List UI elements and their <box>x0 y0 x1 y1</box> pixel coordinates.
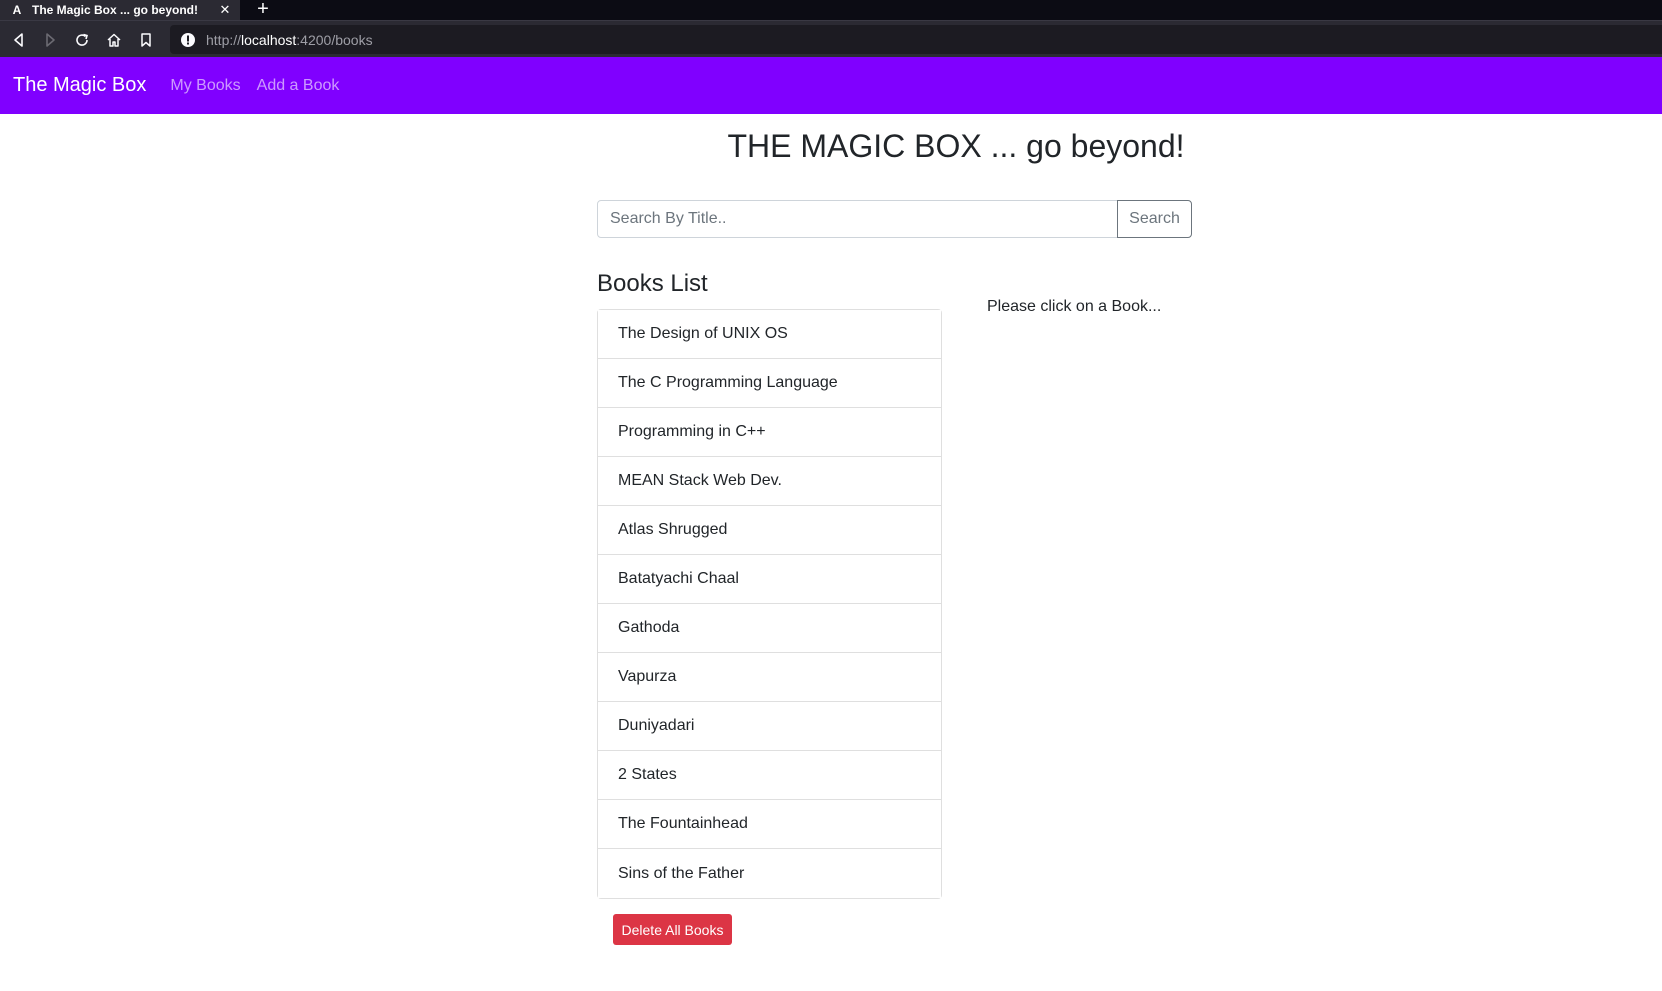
close-icon[interactable]: ✕ <box>218 3 232 17</box>
search-bar: Search <box>597 200 1192 238</box>
navbar-brand[interactable]: The Magic Box <box>13 74 146 97</box>
url-bar[interactable]: http://localhost:4200/books <box>170 25 1662 54</box>
app-navbar: The Magic Box My Books Add a Book <box>0 57 1662 114</box>
book-list-item[interactable]: MEAN Stack Web Dev. <box>598 457 941 506</box>
book-list-item[interactable]: Duniyadari <box>598 702 941 751</box>
delete-all-books-button[interactable]: Delete All Books <box>613 914 732 945</box>
page-title: THE MAGIC BOX ... go beyond! <box>727 128 1185 164</box>
search-input[interactable] <box>597 200 1118 238</box>
nav-link-my-books[interactable]: My Books <box>170 77 240 95</box>
forward-arrow-icon[interactable] <box>39 29 61 51</box>
angular-favicon-icon: A <box>12 3 22 17</box>
plus-icon[interactable]: + <box>254 0 272 19</box>
book-list-item[interactable]: Vapurza <box>598 653 941 702</box>
books-list-heading: Books List <box>597 270 708 297</box>
book-list-item[interactable]: Batatyachi Chaal <box>598 555 941 604</box>
book-list-item[interactable]: Sins of the Father <box>598 849 941 898</box>
browser-tab[interactable]: A The Magic Box ... go beyond! ✕ <box>0 0 240 20</box>
search-button[interactable]: Search <box>1117 200 1192 238</box>
book-list-item[interactable]: 2 States <box>598 751 941 800</box>
reload-icon[interactable] <box>71 29 93 51</box>
bookmark-icon[interactable] <box>135 29 157 51</box>
url-text: http://localhost:4200/books <box>206 31 373 48</box>
books-list: The Design of UNIX OS The C Programming … <box>597 309 942 899</box>
info-icon[interactable] <box>180 32 196 48</box>
home-icon[interactable] <box>103 29 125 51</box>
book-list-item[interactable]: The Design of UNIX OS <box>598 310 941 359</box>
book-list-item[interactable]: The C Programming Language <box>598 359 941 408</box>
back-arrow-icon[interactable] <box>8 29 30 51</box>
browser-tab-bar: A The Magic Box ... go beyond! ✕ + <box>0 0 1662 20</box>
browser-toolbar: http://localhost:4200/books <box>0 20 1662 57</box>
nav-link-add-a-book[interactable]: Add a Book <box>257 77 340 95</box>
book-detail-hint: Please click on a Book... <box>987 298 1162 315</box>
book-list-item[interactable]: Programming in C++ <box>598 408 941 457</box>
book-list-item[interactable]: The Fountainhead <box>598 800 941 849</box>
book-list-item[interactable]: Gathoda <box>598 604 941 653</box>
tab-title: The Magic Box ... go beyond! <box>32 3 199 17</box>
book-list-item[interactable]: Atlas Shrugged <box>598 506 941 555</box>
